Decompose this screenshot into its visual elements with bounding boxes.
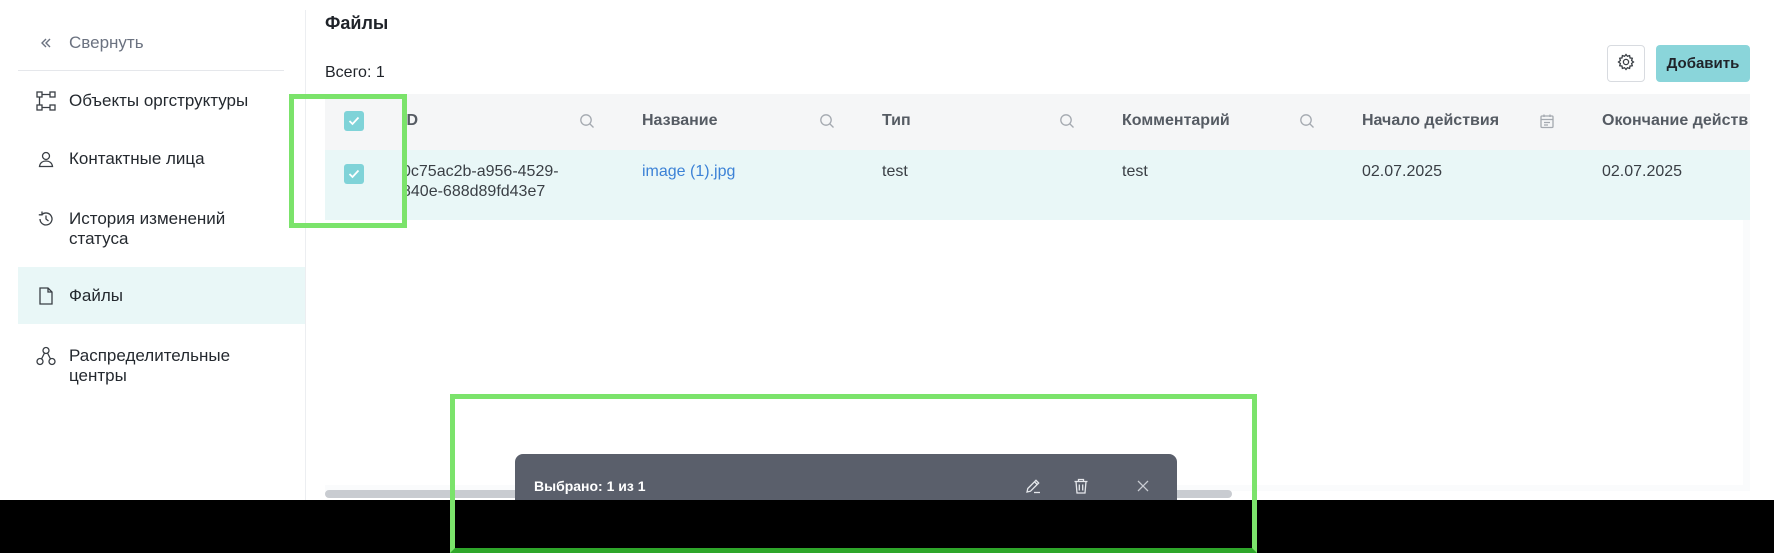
sidebar-item-label: История изменений статуса [69,209,226,248]
search-icon[interactable] [577,111,597,131]
column-header-end-date[interactable]: Окончание действ [1602,112,1748,130]
collapse-label: Свернуть [69,33,144,52]
highlight-box-selection-bar [450,394,1257,553]
cell-id: 0c75ac2b-a956-4529- 840e-688d89fd43e7 [402,162,559,202]
collapse-button[interactable]: Свернуть [18,32,305,54]
search-icon[interactable] [1297,111,1317,131]
sidebar-item-files[interactable]: Файлы [18,267,305,324]
sidebar-item-distribution-centers[interactable]: Распределительные центры [18,345,278,386]
column-header-start-date[interactable]: Начало действия [1362,112,1499,130]
gear-icon [1617,53,1635,74]
highlight-box-checkboxes [289,94,407,228]
cell-type: test [882,163,908,180]
column-header-comment[interactable]: Комментарий [1122,112,1230,130]
cell-start-date: 02.07.2025 [1362,163,1443,180]
table-header: ID Название Тип Комментарий Начало дейст… [325,94,1750,150]
sidebar-item-org-structure[interactable]: Объекты оргструктуры [18,90,305,112]
person-icon [35,148,57,170]
sidebar-item-label: Объекты оргструктуры [69,91,249,110]
sidebar: Свернуть [18,0,305,500]
network-icon [35,345,57,367]
add-button[interactable]: Добавить [1656,45,1750,82]
file-icon [35,285,57,307]
app-root: Свернуть Объекты оргструктуры Контактные… [0,0,1774,553]
history-icon [35,208,57,230]
cell-end-date: 02.07.2025 [1602,163,1683,180]
total-count: Всего: 1 [325,64,385,81]
sidebar-item-label: Файлы [69,286,124,305]
sidebar-item-label: Контактные лица [69,149,205,168]
search-icon[interactable] [1057,111,1077,131]
sidebar-item-status-history[interactable]: История изменений статуса [18,208,278,249]
search-icon[interactable] [817,111,837,131]
divider [18,70,284,71]
cell-id-line1: 0c75ac2b-a956-4529- [402,163,559,180]
column-header-type[interactable]: Тип [882,112,911,130]
table-row[interactable]: 0c75ac2b-a956-4529- 840e-688d89fd43e7 im… [325,150,1750,220]
sidebar-separator [305,10,306,500]
calendar-icon[interactable] [1537,111,1557,131]
settings-button[interactable] [1607,45,1645,82]
page-title: Файлы [325,13,389,33]
sidebar-item-label: Распределительные центры [69,346,231,385]
double-chevron-left-icon [35,32,57,54]
column-header-name[interactable]: Название [642,112,718,130]
file-name-link[interactable]: image (1).jpg [642,162,735,182]
sidebar-item-contacts[interactable]: Контактные лица [18,148,305,170]
cell-comment: test [1122,163,1148,180]
org-structure-icon [35,90,57,112]
cell-id-line2: 840e-688d89fd43e7 [402,183,546,200]
